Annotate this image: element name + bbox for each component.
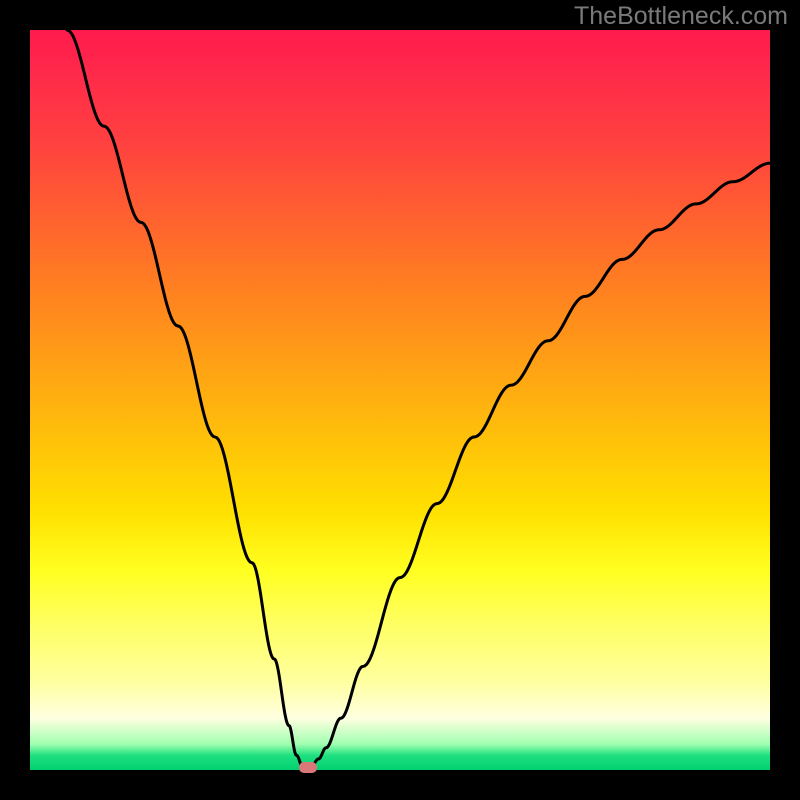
watermark-text: TheBottleneck.com (574, 2, 788, 31)
plot-area (30, 30, 770, 770)
chart-frame: TheBottleneck.com (0, 0, 800, 800)
bottleneck-curve-path (67, 30, 770, 770)
optimum-marker (299, 762, 317, 773)
curve-svg (30, 30, 770, 770)
